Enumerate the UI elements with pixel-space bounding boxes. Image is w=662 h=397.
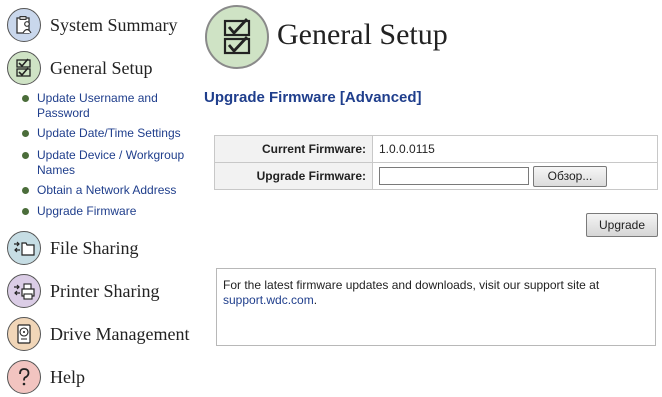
subnav-obtain-network-address[interactable]: Obtain a Network Address — [22, 183, 200, 198]
subnav-upgrade-firmware[interactable]: Upgrade Firmware — [22, 204, 200, 219]
current-firmware-label: Current Firmware: — [214, 135, 373, 163]
subnav-update-username-password[interactable]: Update Username and Password — [22, 91, 172, 121]
upgrade-button[interactable]: Upgrade — [586, 213, 658, 237]
nav-drive-management[interactable]: Drive Management — [7, 316, 189, 352]
table-row: Upgrade Firmware: Обзор... — [214, 162, 658, 190]
bullet-icon — [22, 187, 29, 194]
page: System Summary General Setup Update User… — [0, 0, 662, 397]
current-firmware-value: 1.0.0.0115 — [372, 135, 658, 163]
firmware-table: Current Firmware: 1.0.0.0115 Upgrade Fir… — [214, 135, 658, 190]
bullet-icon — [22, 152, 29, 159]
support-link[interactable]: support.wdc.com — [223, 293, 314, 307]
clipboard-person-icon — [7, 8, 41, 42]
nav-system-summary[interactable]: System Summary — [7, 7, 178, 43]
support-info-suffix: . — [313, 293, 318, 307]
subnav-update-date-time[interactable]: Update Date/Time Settings — [22, 126, 200, 141]
nav-label: Drive Management — [50, 323, 190, 344]
nav-general-setup[interactable]: General Setup — [7, 50, 152, 86]
upgrade-firmware-cell: Обзор... — [372, 162, 658, 190]
subnav-label: Obtain a Network Address — [37, 183, 177, 197]
support-info-text: For the latest firmware updates and down… — [223, 278, 600, 292]
nav-file-sharing[interactable]: File Sharing — [7, 230, 139, 266]
nav-label: Help — [50, 366, 85, 387]
bullet-icon — [22, 208, 29, 215]
checkbox-icon — [7, 51, 41, 85]
section-title: Upgrade Firmware [Advanced] — [204, 89, 422, 106]
nav-label: General Setup — [50, 57, 153, 78]
subnav-label: Update Username and Password — [37, 91, 158, 120]
subnav-label: Update Device / Workgroup Names — [37, 148, 185, 177]
nav-help[interactable]: Help — [7, 359, 85, 395]
hard-drive-icon — [7, 317, 41, 351]
browse-button[interactable]: Обзор... — [533, 165, 607, 187]
subnav-update-device-workgroup[interactable]: Update Device / Workgroup Names — [22, 148, 190, 178]
subnav-label: Upgrade Firmware — [37, 204, 137, 218]
subnav-label: Update Date/Time Settings — [37, 126, 181, 140]
sidebar: System Summary General Setup Update User… — [0, 0, 200, 397]
question-mark-icon — [7, 360, 41, 394]
table-row: Current Firmware: 1.0.0.0115 — [214, 135, 658, 163]
support-info-box: For the latest firmware updates and down… — [216, 268, 656, 346]
general-setup-header-icon — [205, 5, 269, 69]
folder-arrows-icon — [7, 231, 41, 265]
firmware-file-input[interactable] — [379, 167, 529, 185]
nav-label: System Summary — [50, 14, 178, 35]
upgrade-firmware-label: Upgrade Firmware: — [214, 162, 373, 190]
printer-arrows-icon — [7, 274, 41, 308]
page-title: General Setup — [277, 18, 448, 51]
bullet-icon — [22, 95, 29, 102]
nav-printer-sharing[interactable]: Printer Sharing — [7, 273, 160, 309]
bullet-icon — [22, 130, 29, 137]
nav-label: Printer Sharing — [50, 280, 160, 301]
nav-label: File Sharing — [50, 237, 139, 258]
